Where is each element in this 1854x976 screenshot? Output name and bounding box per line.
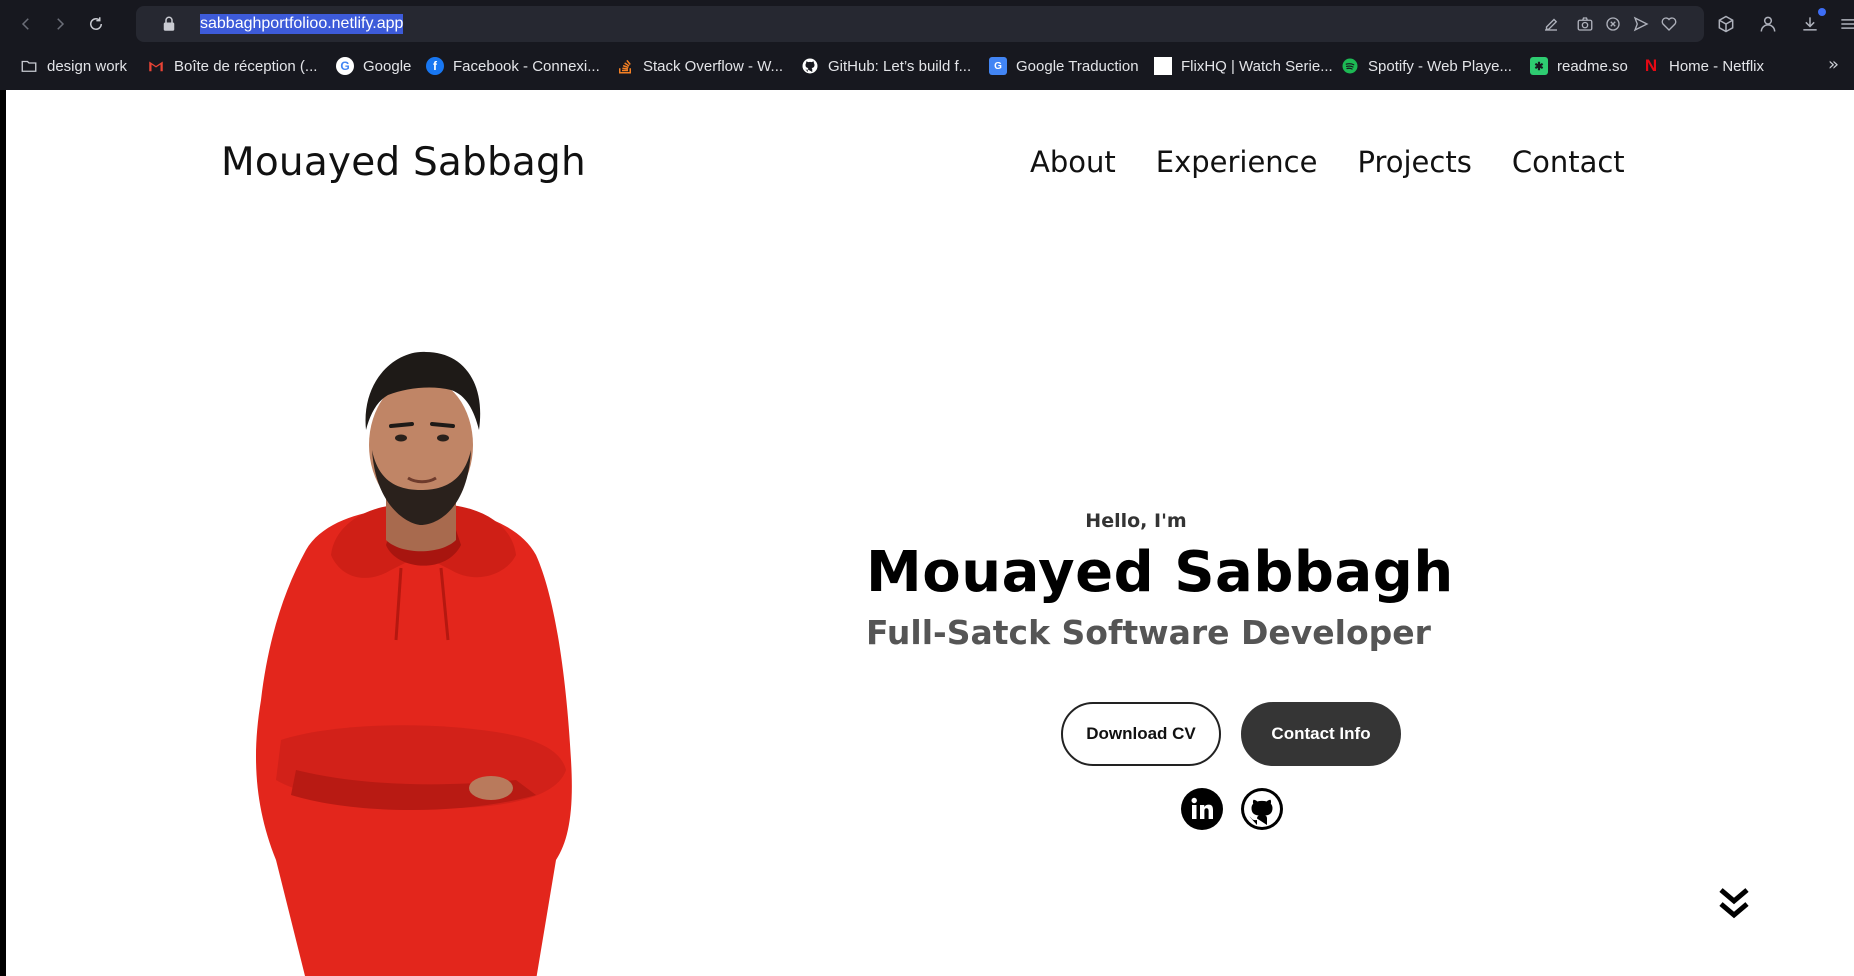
- linkedin-icon[interactable]: [1181, 788, 1223, 830]
- bookmark-facebook[interactable]: f Facebook - Connexi...: [426, 56, 600, 76]
- bookmark-netflix[interactable]: N Home - Netflix: [1642, 56, 1764, 76]
- gmail-icon: [147, 57, 165, 75]
- browser-toolbar: sabbaghportfolioo.netlify.app: [0, 0, 1854, 48]
- contact-info-button[interactable]: Contact Info: [1241, 702, 1401, 766]
- profile-photo: [256, 351, 572, 976]
- bookmark-google-translate[interactable]: G Google Traduction: [989, 56, 1139, 76]
- github-icon: [801, 57, 819, 75]
- bookmarks-overflow-icon[interactable]: »: [1828, 54, 1839, 75]
- site-logo[interactable]: Mouayed Sabbagh: [221, 140, 586, 185]
- folder-icon: [20, 57, 38, 75]
- bookmark-flixhq[interactable]: FlixHQ | Watch Serie...: [1154, 56, 1333, 76]
- extensions-box-icon[interactable]: [1716, 14, 1736, 34]
- edit-share-icon[interactable]: [1542, 15, 1560, 33]
- bookmark-github[interactable]: GitHub: Let’s build f...: [801, 56, 971, 76]
- reload-icon: [90, 17, 102, 30]
- flixhq-icon: [1154, 57, 1172, 75]
- camera-icon[interactable]: [1576, 15, 1594, 33]
- double-chevron-down-icon[interactable]: [1717, 886, 1751, 922]
- nav-link-projects[interactable]: Projects: [1357, 145, 1471, 179]
- notification-dot: [1818, 8, 1826, 16]
- chevron-left-icon: [21, 18, 29, 30]
- send-icon[interactable]: [1632, 15, 1650, 33]
- site-nav: About Experience Projects Contact: [1030, 145, 1625, 179]
- back-button[interactable]: [12, 10, 40, 38]
- url-text[interactable]: sabbaghportfolioo.netlify.app: [200, 14, 404, 34]
- nav-link-contact[interactable]: Contact: [1512, 145, 1625, 179]
- page-viewport: Mouayed Sabbagh About Experience Project…: [6, 90, 1854, 976]
- address-bar[interactable]: sabbaghportfolioo.netlify.app: [136, 6, 1704, 42]
- download-cv-button[interactable]: Download CV: [1061, 702, 1221, 766]
- hero-greeting: Hello, I'm: [1085, 510, 1187, 532]
- bookmark-spotify[interactable]: Spotify - Web Playe...: [1341, 56, 1512, 76]
- github-icon[interactable]: [1241, 788, 1283, 830]
- netflix-icon: N: [1644, 56, 1658, 75]
- bookmark-design-work[interactable]: design work: [20, 56, 127, 76]
- google-translate-icon: G: [989, 57, 1007, 75]
- stackoverflow-icon: [616, 57, 634, 75]
- nav-link-about[interactable]: About: [1030, 145, 1116, 179]
- bookmark-stackoverflow[interactable]: Stack Overflow - W...: [616, 56, 783, 76]
- readme-icon: ✱: [1530, 57, 1548, 75]
- hero-title: Full-Satck Software Developer: [866, 613, 1431, 652]
- hero-section: Hello, I'm Mouayed Sabbagh Full-Satck So…: [866, 510, 1454, 652]
- forward-button[interactable]: [46, 10, 74, 38]
- spotify-icon: [1341, 57, 1359, 75]
- heart-icon[interactable]: [1660, 15, 1678, 33]
- chevron-right-icon: [57, 18, 65, 30]
- profile-icon[interactable]: [1758, 14, 1778, 34]
- facebook-icon: f: [426, 57, 444, 75]
- download-icon[interactable]: [1800, 14, 1820, 34]
- bookmarks-bar: design work Boîte de réception (... G Go…: [0, 50, 1854, 82]
- browser-chrome: sabbaghportfolioo.netlify.app design wor…: [0, 0, 1854, 90]
- menu-icon[interactable]: [1838, 14, 1854, 34]
- hero-name: Mouayed Sabbagh: [866, 540, 1454, 605]
- bookmark-readme[interactable]: ✱ readme.so: [1530, 56, 1628, 76]
- lock-icon: [163, 16, 175, 31]
- bookmark-google[interactable]: G Google: [336, 56, 411, 76]
- nav-link-experience[interactable]: Experience: [1156, 145, 1318, 179]
- reload-button[interactable]: [82, 10, 110, 38]
- google-icon: G: [336, 57, 354, 75]
- block-icon[interactable]: [1604, 15, 1622, 33]
- bookmark-gmail[interactable]: Boîte de réception (...: [147, 56, 317, 76]
